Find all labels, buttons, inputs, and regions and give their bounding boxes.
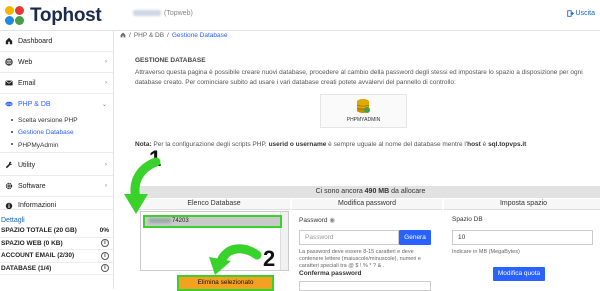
step-2-arrow-icon — [209, 244, 262, 275]
usage-stats: Dettagli SPAZIO TOTALE (20 GB) 0% SPAZIO… — [0, 216, 113, 275]
info-icon[interactable]: i — [101, 264, 109, 273]
breadcrumb-separator: / — [129, 31, 131, 39]
note-userid: userid o username — [268, 141, 327, 148]
sidebar-item-label: Software — [18, 182, 46, 190]
breadcrumb-separator: / — [167, 31, 169, 39]
sidebar-item-label: Utility — [18, 161, 36, 169]
allocation-banner: Ci sono ancora 490 MB da allocare — [138, 186, 600, 198]
confirm-password-field[interactable] — [299, 281, 431, 291]
password-field[interactable]: Password — [299, 230, 399, 245]
brand-logo[interactable]: Tophost — [5, 5, 102, 27]
stat-label: DATABASE (1/4) — [1, 264, 52, 272]
phpmyadmin-label: PHPMYADMIN — [346, 117, 381, 123]
space-input[interactable]: 10 — [452, 230, 593, 245]
database-icon — [356, 99, 370, 113]
stat-label: SPAZIO TOTALE (20 GB) — [1, 227, 77, 235]
banner-suffix: da allocare — [389, 188, 426, 195]
stat-label: SPAZIO WEB (0 KB) — [1, 239, 63, 247]
user-account: (Topweb) — [133, 10, 193, 17]
generate-password-button[interactable]: Genera — [399, 230, 431, 245]
gear-icon — [5, 182, 13, 190]
sidebar-item-php-db[interactable]: php PHP & DB ⌄ — [0, 94, 113, 114]
page-description: Attraverso questa pagina è possibile cre… — [135, 69, 583, 86]
chevron-right-icon: › — [105, 59, 107, 65]
sidebar-item-label: Email — [18, 79, 36, 87]
space-hint: Indicare in MB (MegaBytes) — [452, 249, 520, 255]
home-icon — [5, 37, 13, 45]
note-text: Per la configurazione degli scripts PHP, — [151, 141, 269, 148]
info-icon[interactable]: i — [101, 251, 109, 260]
wrench-icon — [5, 161, 13, 169]
sidebar-item-utility[interactable]: Utility › — [0, 155, 113, 176]
breadcrumb-section[interactable]: PHP & DB — [134, 32, 164, 39]
phpmyadmin-launcher[interactable]: PHPMYADMIN — [320, 94, 407, 128]
note-mid: è sempre uguale al nome del database men… — [326, 141, 468, 148]
banner-prefix: Ci sono ancora — [315, 188, 365, 195]
password-label-text: Password — [299, 217, 328, 224]
banner-amount: 490 MB — [364, 188, 390, 195]
sidebar-subitem-phpmyadmin[interactable]: PHPMyAdmin — [0, 138, 113, 153]
logout-link[interactable]: Uscita — [566, 10, 595, 17]
breadcrumb: / PHP & DB / Gestione Database — [120, 30, 228, 40]
chevron-right-icon: › — [105, 80, 107, 86]
sidebar-item-email[interactable]: Email › — [0, 73, 113, 94]
note-tail: è — [480, 141, 489, 148]
sidebar-item-label: PHP & DB — [18, 100, 51, 108]
stat-databases: DATABASE (1/4) i — [0, 263, 113, 275]
page-title: GESTIONE DATABASE — [135, 57, 206, 64]
info-icon[interactable]: i — [101, 239, 109, 248]
stat-value: 0% — [99, 227, 109, 235]
redacted-db-prefix — [149, 217, 171, 223]
sidebar-subitem-php-version[interactable]: Scelta versione PHP — [0, 114, 113, 126]
stat-email-accounts: ACCOUNT EMAIL (2/30) i — [0, 250, 113, 263]
home-icon[interactable] — [120, 32, 126, 38]
sidebar-item-web[interactable]: Web › — [0, 52, 113, 73]
chevron-down-icon: ⌄ — [101, 102, 107, 108]
sidebar-item-software[interactable]: Software › — [0, 176, 113, 197]
column-set-space: Imposta spazio — [444, 199, 600, 210]
confirm-password-label: Conferma password — [299, 270, 362, 277]
password-label: Password ◉ — [299, 216, 335, 224]
sidebar-item-dashboard[interactable]: Dashboard — [0, 31, 113, 52]
mail-icon — [5, 80, 13, 86]
stat-label: ACCOUNT EMAIL (2/30) — [1, 252, 75, 260]
stat-web-space: SPAZIO WEB (0 KB) i — [0, 238, 113, 250]
password-hint: La password deve essere 8-15 caratteri e… — [299, 249, 421, 269]
svg-text:php: php — [6, 102, 11, 106]
eye-icon[interactable]: ◉ — [329, 217, 335, 224]
redacted-username — [133, 10, 161, 17]
breadcrumb-current: Gestione Database — [171, 31, 228, 39]
note-host: host — [467, 141, 481, 148]
logout-icon — [566, 10, 574, 17]
modify-quota-button[interactable]: Modifica quota — [493, 267, 545, 281]
logo-icon — [5, 6, 27, 26]
info-icon — [5, 202, 13, 209]
details-link[interactable]: Dettagli — [0, 216, 113, 225]
step-2-marker: 2 — [263, 246, 276, 271]
sidebar-subitem-database[interactable]: Gestione Database — [0, 126, 113, 138]
step-1-arrow-icon — [124, 157, 161, 214]
user-plan: (Topweb) — [164, 10, 193, 17]
php-icon: php — [5, 101, 13, 107]
logout-label: Uscita — [575, 10, 595, 17]
sidebar-item-info[interactable]: Informazioni — [0, 197, 113, 210]
brand-name: Tophost — [30, 5, 102, 26]
sidebar-item-label: Web — [18, 58, 33, 66]
globe-icon — [5, 58, 13, 66]
top-bar: Tophost (Topweb) Uscita — [0, 0, 600, 31]
database-name: 74203 — [172, 218, 189, 224]
sidebar-item-label: Informazioni — [18, 202, 57, 209]
note-server: sql.topvps.it — [488, 141, 527, 148]
stat-total-space: SPAZIO TOTALE (20 GB) 0% — [0, 225, 113, 238]
sidebar-item-label: Dashboard — [18, 37, 53, 45]
space-label: Spazio DB — [452, 216, 483, 223]
config-note: Nota: Per la configurazione degli script… — [135, 141, 526, 148]
chevron-right-icon: › — [105, 183, 107, 189]
column-change-password: Modifica password — [292, 199, 442, 210]
chevron-right-icon: › — [105, 162, 107, 168]
